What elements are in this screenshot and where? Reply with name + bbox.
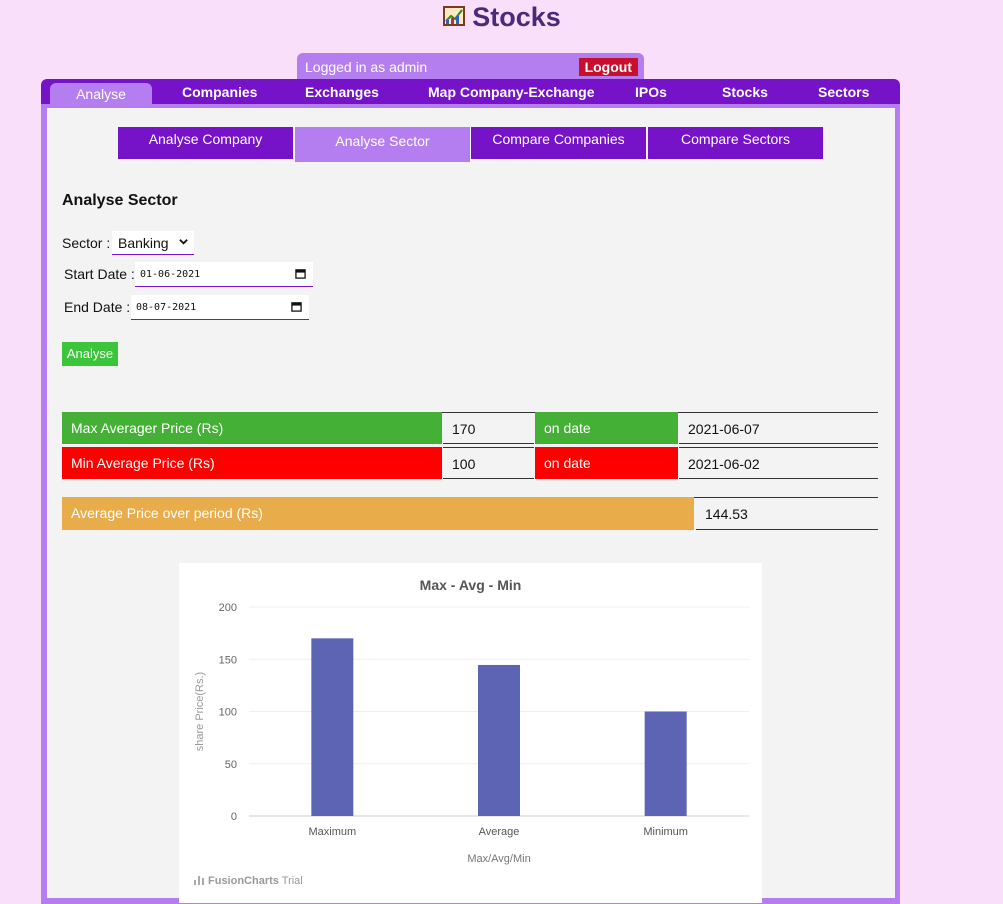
- app-title-wrap: Stocks: [0, 2, 1003, 33]
- x-tick-label: Maximum: [308, 826, 356, 838]
- fusioncharts-watermark: FusionCharts Trial: [193, 874, 303, 887]
- max-price-label: Max Averager Price (Rs): [62, 412, 442, 444]
- bar-average: [478, 664, 520, 816]
- end-date-value: 08-07-2021: [136, 302, 197, 313]
- nav-item-stocks[interactable]: Stocks: [722, 84, 768, 100]
- section-heading: Analyse Sector: [62, 192, 178, 209]
- subtab-analyse-company[interactable]: Analyse Company: [118, 127, 293, 159]
- avg-price-label: Average Price over period (Rs): [62, 497, 694, 530]
- bar-chart: 0 50 100 150 200 Maximum Average Minimum Max/Avg…: [194, 602, 749, 865]
- nav-item-map-company-exchange[interactable]: Map Company-Exchange: [428, 84, 594, 100]
- nav-item-ipos[interactable]: IPOs: [635, 84, 667, 100]
- max-date-value: 2021-06-07: [679, 412, 878, 444]
- end-date-input[interactable]: 08-07-2021: [131, 295, 309, 320]
- y-axis-label: share Price(Rs.): [194, 672, 206, 751]
- max-price-value: 170: [443, 412, 534, 444]
- sector-select[interactable]: Banking: [112, 231, 194, 255]
- min-on-date-label: on date: [535, 447, 678, 479]
- x-tick-label: Minimum: [643, 826, 688, 838]
- main-nav: Analyse Companies Exchanges Map Company-…: [41, 79, 900, 104]
- y-tick-label: 200: [219, 602, 237, 614]
- start-date-label: Start Date :: [64, 266, 135, 282]
- max-on-date-label: on date: [535, 412, 678, 444]
- logged-in-text: Logged in as admin: [305, 59, 428, 75]
- chart-container: Max - Avg - Min 0 50 100 150 200 Maximum Avera…: [179, 563, 762, 903]
- bar-maximum: [311, 638, 354, 816]
- stock-chart-icon: [443, 6, 466, 26]
- end-date-label: End Date :: [64, 299, 131, 315]
- x-axis-label: Max/Avg/Min: [467, 853, 530, 865]
- subtab-analyse-sector[interactable]: Analyse Sector: [295, 127, 470, 162]
- min-price-value: 100: [443, 447, 534, 479]
- y-tick-label: 150: [219, 654, 237, 666]
- avg-price-value: 144.53: [696, 497, 878, 530]
- calendar-icon[interactable]: [291, 301, 302, 312]
- start-date-value: 01-06-2021: [140, 269, 201, 280]
- fusioncharts-logo-icon: [194, 876, 204, 885]
- nav-item-sectors[interactable]: Sectors: [818, 84, 869, 100]
- nav-item-companies[interactable]: Companies: [182, 84, 257, 100]
- x-tick-label: Average: [479, 826, 520, 838]
- y-tick-label: 100: [219, 707, 237, 719]
- min-price-label: Min Average Price (Rs): [62, 447, 442, 479]
- app-title: Stocks: [472, 2, 561, 32]
- nav-item-exchanges[interactable]: Exchanges: [305, 84, 379, 100]
- bar-minimum: [644, 711, 687, 816]
- nav-item-analyse[interactable]: Analyse: [50, 83, 152, 104]
- y-tick-label: 50: [225, 759, 237, 771]
- watermark-suffix: Trial: [281, 875, 303, 887]
- logout-button[interactable]: Logout: [578, 58, 638, 76]
- login-bar: Logged in as admin Logout: [297, 53, 644, 79]
- analyse-button[interactable]: Analyse: [62, 342, 118, 366]
- min-date-value: 2021-06-02: [679, 447, 878, 479]
- sector-label: Sector :: [62, 235, 111, 251]
- sector-select-value: Banking: [118, 235, 169, 251]
- y-tick-label: 0: [231, 811, 237, 823]
- subtab-compare-sectors[interactable]: Compare Sectors: [648, 127, 823, 159]
- watermark-text: FusionCharts: [208, 875, 279, 887]
- calendar-icon[interactable]: [295, 268, 306, 279]
- start-date-input[interactable]: 01-06-2021: [135, 262, 313, 287]
- subtab-compare-companies[interactable]: Compare Companies: [471, 127, 646, 159]
- chevron-down-icon: [179, 239, 188, 245]
